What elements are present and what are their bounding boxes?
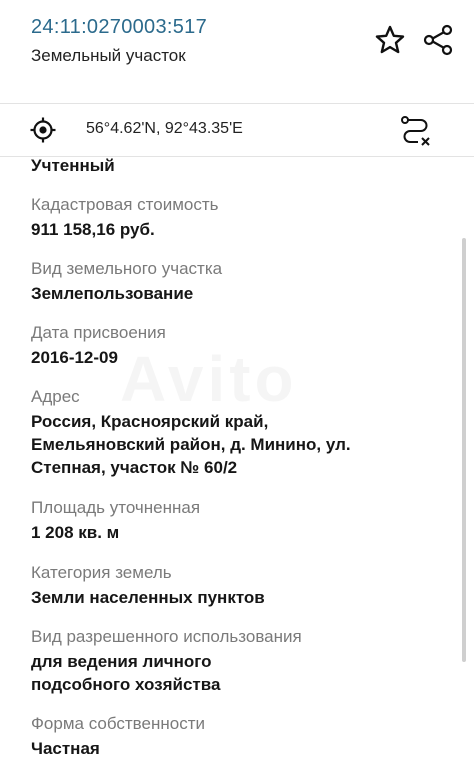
plot-type-value: Землепользование (31, 284, 194, 303)
details-list[interactable]: Avito Учтенный Кадастровая стоимость 911… (0, 157, 474, 767)
cadastral-number[interactable]: 24:11:0270003:517 (31, 16, 207, 39)
status-row: Учтенный (31, 157, 451, 177)
address-row: Адрес Россия, Красноярский край, Емельян… (31, 386, 451, 479)
cadastral-value-label: Кадастровая стоимость (31, 195, 219, 214)
scrollbar[interactable] (462, 238, 466, 662)
address-line: Степная, участок № 60/2 (31, 458, 238, 477)
cadastral-value-row: Кадастровая стоимость 911 158,16 руб. (31, 194, 451, 241)
land-category-label: Категория земель (31, 563, 172, 582)
permitted-use-line: подсобного хозяйства (31, 675, 221, 694)
permitted-use-row: Вид разрешенного использования для веден… (31, 626, 451, 696)
target-icon (30, 117, 56, 143)
permitted-use-label: Вид разрешенного использования (31, 627, 302, 646)
locate-button[interactable] (30, 117, 56, 143)
star-icon (375, 25, 405, 54)
address-label: Адрес (31, 387, 80, 406)
land-category-row: Категория земель Земли населенных пункто… (31, 562, 451, 609)
ownership-label: Форма собственности (31, 714, 205, 733)
ownership-value: Частная (31, 739, 100, 758)
status-value: Учтенный (31, 157, 115, 175)
favorite-button[interactable] (374, 24, 406, 56)
header: 24:11:0270003:517 Земельный участок (0, 0, 474, 104)
object-type: Земельный участок (31, 46, 186, 65)
coordinates-text[interactable]: 56°4.62'N, 92°43.35'E (86, 120, 243, 138)
route-button[interactable] (399, 114, 433, 148)
share-icon (423, 24, 453, 56)
area-value: 1 208 кв. м (31, 523, 120, 542)
ownership-row: Форма собственности Частная (31, 713, 451, 760)
area-row: Площадь уточненная 1 208 кв. м (31, 497, 451, 544)
land-category-value: Земли населенных пунктов (31, 588, 265, 607)
area-label: Площадь уточненная (31, 498, 201, 517)
assign-date-label: Дата присвоения (31, 323, 166, 342)
route-icon (401, 116, 430, 146)
assign-date-value: 2016-12-09 (31, 348, 118, 367)
coordinates-bar: 56°4.62'N, 92°43.35'E (0, 104, 474, 157)
permitted-use-line: для ведения личного (31, 652, 212, 671)
assign-date-row: Дата присвоения 2016-12-09 (31, 322, 451, 369)
plot-type-label: Вид земельного участка (31, 259, 223, 278)
address-line: Россия, Красноярский край, (31, 412, 269, 431)
cadastral-value-value: 911 158,16 руб. (31, 220, 155, 239)
share-button[interactable] (421, 24, 455, 56)
address-line: Емельяновский район, д. Минино, ул. (31, 435, 351, 454)
plot-type-row: Вид земельного участка Землепользование (31, 258, 451, 305)
